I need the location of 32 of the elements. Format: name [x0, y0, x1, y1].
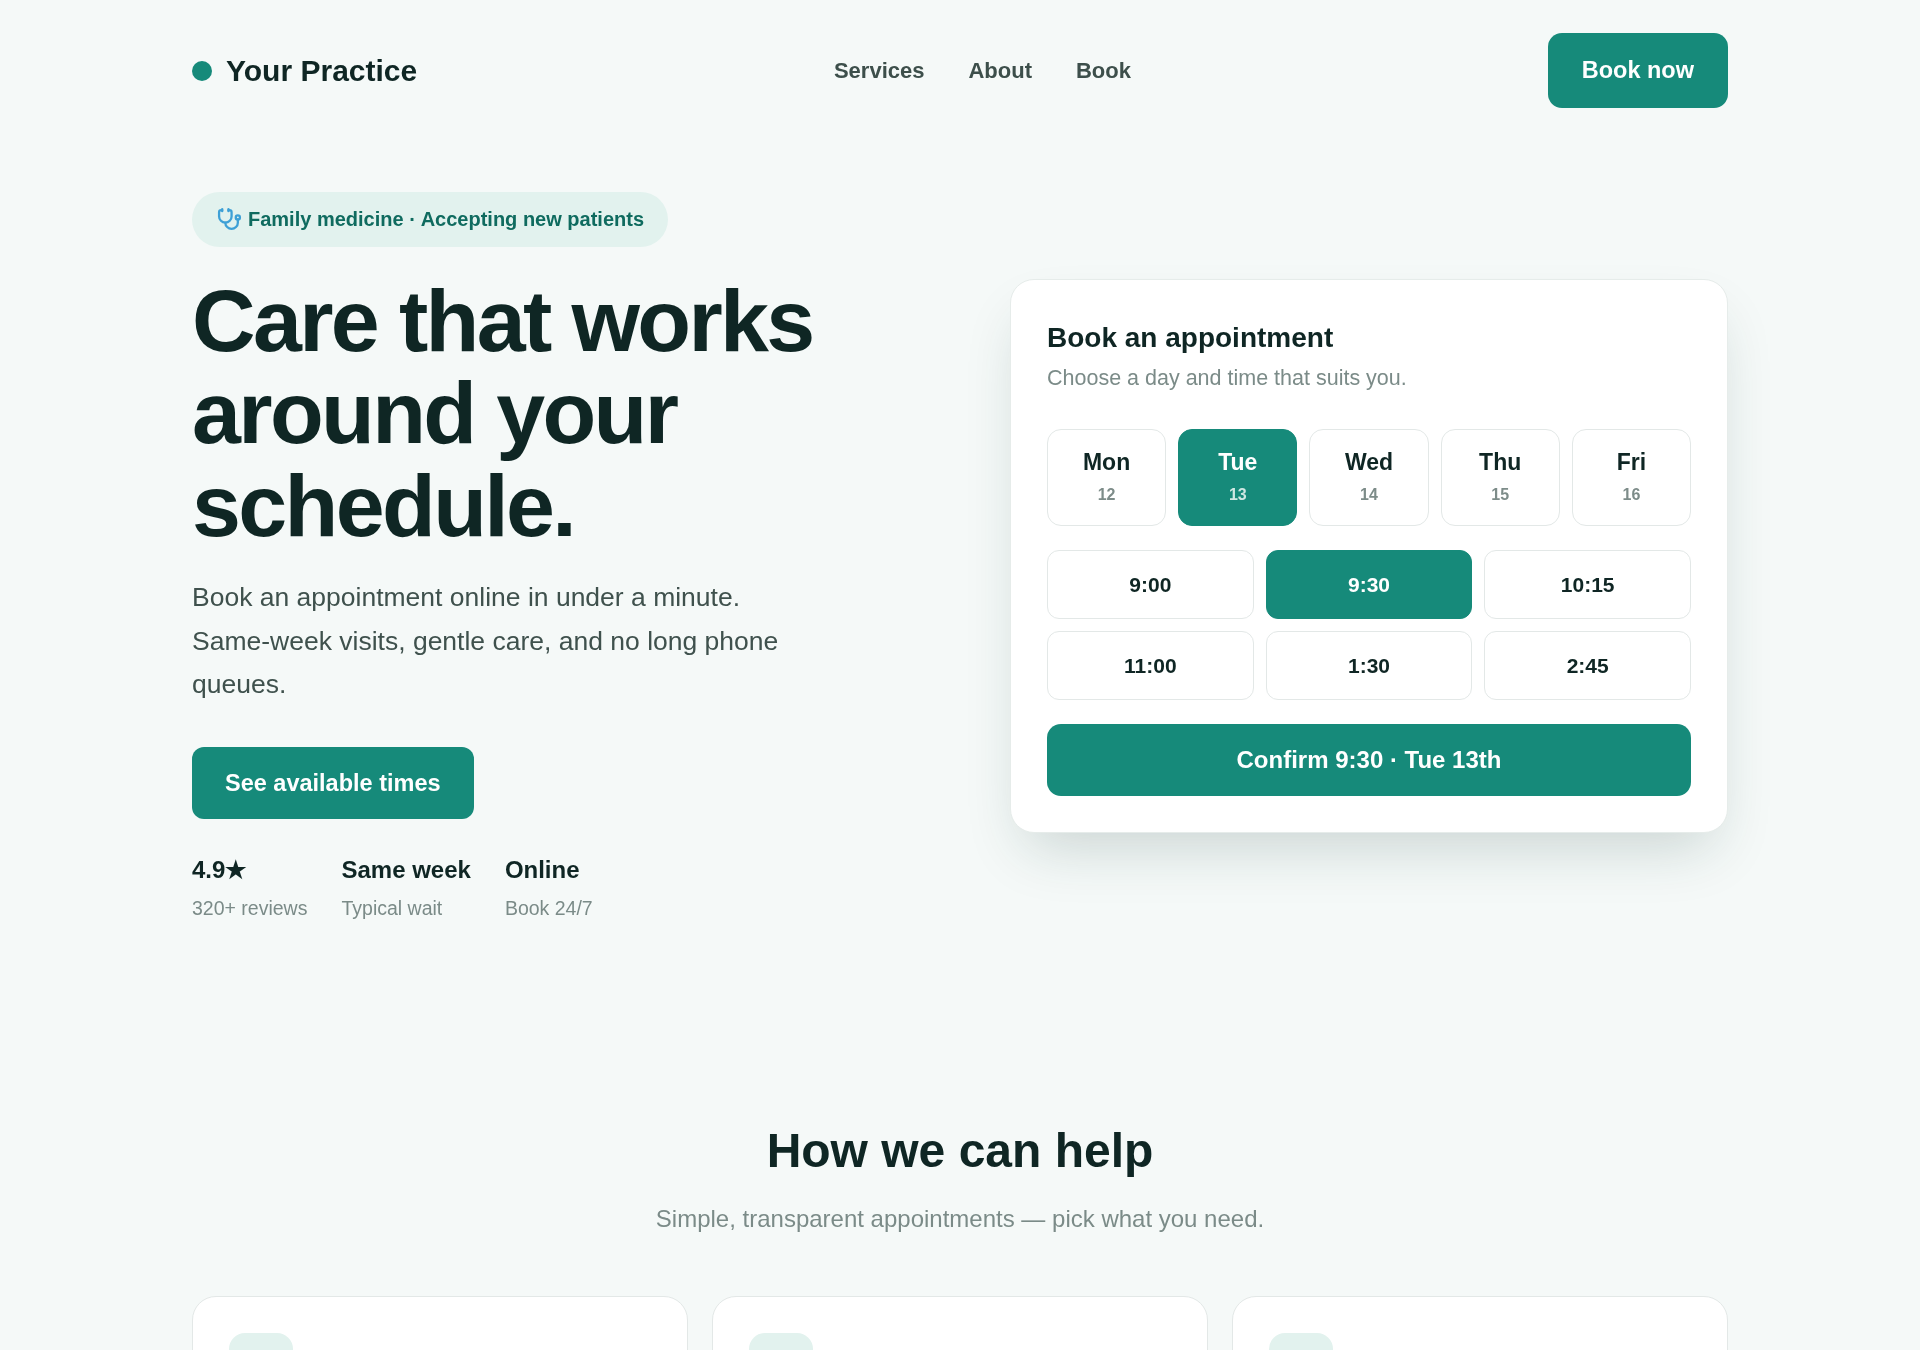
- day-option[interactable]: Mon 12: [1047, 429, 1167, 527]
- stat-value: Same week: [341, 854, 471, 885]
- section-subtitle: Simple, transparent appointments — pick what you need.: [655, 1203, 1265, 1234]
- nav-link[interactable]: About: [968, 56, 1032, 85]
- time-slot[interactable]: 1:30: [1265, 631, 1473, 701]
- day-option[interactable]: Wed 14: [1309, 429, 1429, 527]
- hero-heading: Care that works around your schedule.: [192, 275, 814, 553]
- stat-label: 320+ reviews: [192, 895, 308, 921]
- time-slot[interactable]: 9:30: [1265, 550, 1473, 620]
- time-slot[interactable]: 9:00: [1047, 550, 1254, 620]
- stat-value: Online: [504, 854, 581, 885]
- brand-name: Your Practice: [226, 52, 418, 89]
- time-slot[interactable]: 11:00: [1047, 631, 1254, 701]
- day-option[interactable]: Thu 15: [1440, 429, 1560, 527]
- day-option[interactable]: Tue 13: [1178, 429, 1298, 527]
- stat-label: Book 24/7: [504, 895, 593, 921]
- see-times-button[interactable]: See available times: [192, 746, 474, 819]
- time-slot[interactable]: 10:15: [1484, 550, 1691, 620]
- nav-link[interactable]: Book: [1076, 56, 1131, 85]
- section-heading: How we can help: [766, 1122, 1154, 1179]
- card-subtitle: Choose a day and time that suits you.: [1047, 365, 1408, 393]
- time-slot[interactable]: 2:45: [1484, 631, 1691, 701]
- stethoscope-icon: [217, 207, 242, 232]
- stat-label: Typical wait: [341, 895, 444, 921]
- day-option[interactable]: Fri 16: [1571, 429, 1691, 527]
- nav-link[interactable]: Services: [833, 56, 925, 85]
- badge-label: Family medicine · Accepting new patients: [248, 207, 644, 232]
- book-now-button[interactable]: Book now: [1547, 33, 1728, 108]
- card-title: Book an appointment: [1047, 321, 1335, 356]
- confirm-button[interactable]: Confirm 9:30 · Tue 13th: [1047, 724, 1691, 797]
- hero-description: Book an appointment online in under a minute. Same-week visits, gentle care, and no long phone queues.: [192, 581, 780, 702]
- stat-value: 4.9★: [192, 854, 249, 885]
